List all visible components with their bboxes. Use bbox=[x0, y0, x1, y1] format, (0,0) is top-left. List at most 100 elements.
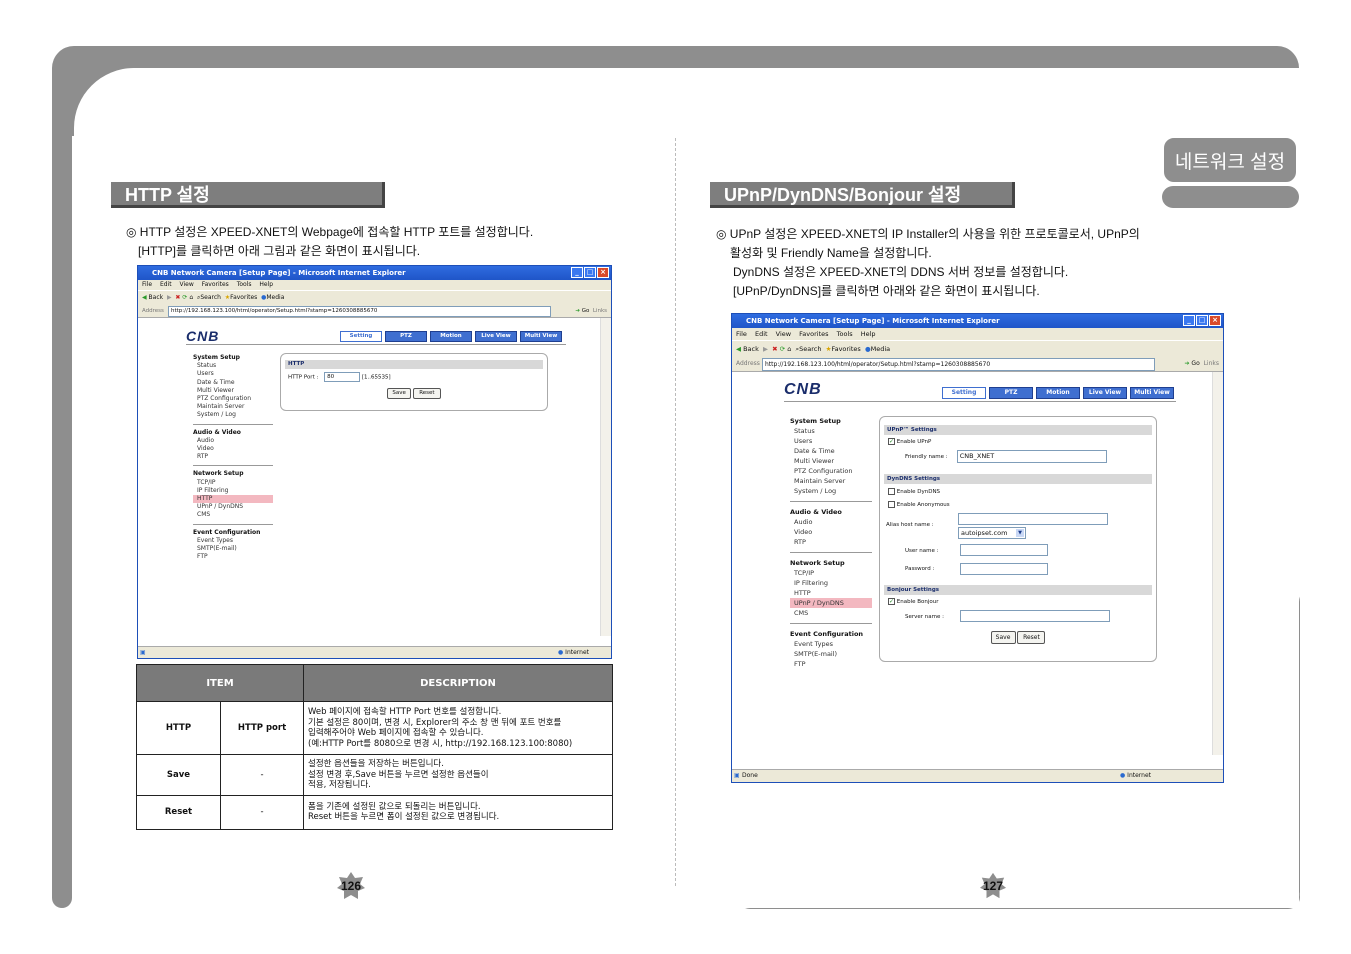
sidebar-item-http[interactable]: HTTP bbox=[193, 495, 273, 504]
go-button[interactable]: ➔ Go Links bbox=[1184, 357, 1219, 371]
sidebar-item-tcpip[interactable]: TCP/IP bbox=[790, 568, 872, 578]
menu-edit[interactable]: Edit bbox=[160, 281, 172, 288]
sidebar-item-system-log[interactable]: System / Log bbox=[790, 486, 872, 496]
back-button[interactable]: Back bbox=[149, 294, 164, 301]
close-button[interactable]: × bbox=[1209, 315, 1221, 326]
domain-select[interactable]: autoipset.com ▼ bbox=[958, 527, 1026, 539]
forward-icon[interactable]: ▶ bbox=[167, 294, 172, 301]
sidebar-item-smtp[interactable]: SMTP(E-mail) bbox=[790, 649, 872, 659]
sidebar-item-video[interactable]: Video bbox=[790, 527, 872, 537]
menu-tools[interactable]: Tools bbox=[837, 330, 853, 338]
sidebar-item-http[interactable]: HTTP bbox=[790, 588, 872, 598]
refresh-icon[interactable]: ⟳ bbox=[182, 294, 187, 301]
menu-favorites[interactable]: Favorites bbox=[202, 281, 229, 288]
password-input[interactable] bbox=[959, 562, 1048, 575]
sidebar-item-multi-viewer[interactable]: Multi Viewer bbox=[790, 456, 872, 466]
sidebar-item-ptz-configuration[interactable]: PTZ Configuration bbox=[790, 466, 872, 476]
close-button[interactable]: × bbox=[597, 267, 609, 278]
sidebar-item-maintain-server[interactable]: Maintain Server bbox=[193, 403, 273, 411]
favorites-button[interactable]: Favorites bbox=[831, 345, 860, 353]
sidebar-item-date-time[interactable]: Date & Time bbox=[790, 446, 872, 456]
alias-host-input[interactable] bbox=[958, 513, 1108, 525]
back-button[interactable]: Back bbox=[743, 345, 759, 353]
menu-help[interactable]: Help bbox=[259, 281, 273, 288]
tab-setting[interactable]: Setting bbox=[340, 331, 382, 342]
sidebar-item-video[interactable]: Video bbox=[193, 445, 273, 453]
media-button[interactable]: Media bbox=[871, 345, 891, 353]
go-button[interactable]: ➔ Go Links bbox=[575, 305, 607, 317]
minimize-button[interactable]: _ bbox=[1183, 315, 1195, 326]
menu-file[interactable]: File bbox=[736, 330, 747, 338]
tab-live-view[interactable]: Live View bbox=[1083, 387, 1127, 399]
minimize-button[interactable]: _ bbox=[571, 267, 583, 278]
home-icon[interactable]: ⌂ bbox=[189, 294, 193, 301]
tab-live-view[interactable]: Live View bbox=[475, 331, 517, 342]
tab-motion[interactable]: Motion bbox=[430, 331, 472, 342]
search-button[interactable]: Search bbox=[200, 294, 221, 301]
menu-edit[interactable]: Edit bbox=[755, 330, 768, 338]
sidebar-item-event-types[interactable]: Event Types bbox=[193, 537, 273, 545]
menu-tools[interactable]: Tools bbox=[237, 281, 252, 288]
forward-icon[interactable]: ▶ bbox=[763, 345, 768, 353]
sidebar-item-status[interactable]: Status bbox=[193, 362, 273, 370]
sidebar-item-multi-viewer[interactable]: Multi Viewer bbox=[193, 387, 273, 395]
sidebar-item-upnp-dyndns[interactable]: UPnP / DynDNS bbox=[193, 503, 273, 511]
sidebar-item-system-log[interactable]: System / Log bbox=[193, 411, 273, 419]
links-label[interactable]: Links bbox=[1204, 360, 1219, 367]
sidebar-item-ip-filtering[interactable]: IP Filtering bbox=[790, 578, 872, 588]
tab-ptz[interactable]: PTZ bbox=[385, 331, 427, 342]
reset-button[interactable]: Reset bbox=[1017, 630, 1046, 644]
reset-button[interactable]: Reset bbox=[412, 387, 441, 399]
back-icon[interactable]: ◀ bbox=[142, 294, 147, 301]
sidebar-item-ftp[interactable]: FTP bbox=[790, 659, 872, 669]
enable-anonymous-checkbox[interactable] bbox=[888, 501, 895, 508]
http-port-input[interactable]: 80 bbox=[324, 372, 361, 382]
sidebar-item-users[interactable]: Users bbox=[790, 436, 872, 446]
links-label[interactable]: Links bbox=[593, 308, 607, 314]
sidebar-item-audio[interactable]: Audio bbox=[790, 517, 872, 527]
tab-motion[interactable]: Motion bbox=[1036, 387, 1080, 399]
menu-view[interactable]: View bbox=[180, 281, 194, 288]
sidebar-item-upnp-dyndns[interactable]: UPnP / DynDNS bbox=[790, 598, 872, 608]
server-name-input[interactable] bbox=[959, 610, 1110, 622]
tab-multi-view[interactable]: Multi View bbox=[1130, 387, 1174, 399]
sidebar-item-audio[interactable]: Audio bbox=[193, 437, 273, 445]
sidebar-item-smtp[interactable]: SMTP(E-mail) bbox=[193, 545, 273, 553]
address-input[interactable]: http://192.168.123.100/html/operator/Set… bbox=[762, 358, 1155, 371]
sidebar-item-tcpip[interactable]: TCP/IP bbox=[193, 479, 273, 487]
sidebar-item-users[interactable]: Users bbox=[193, 370, 273, 378]
sidebar-item-date-time[interactable]: Date & Time bbox=[193, 379, 273, 387]
sidebar-item-rtp[interactable]: RTP bbox=[193, 453, 273, 461]
enable-upnp-checkbox[interactable]: ✓ bbox=[888, 438, 895, 445]
menu-favorites[interactable]: Favorites bbox=[799, 330, 828, 338]
sidebar-item-cms[interactable]: CMS bbox=[790, 608, 872, 618]
back-icon[interactable]: ◀ bbox=[736, 345, 741, 353]
save-button[interactable]: Save bbox=[990, 630, 1016, 644]
sidebar-item-status[interactable]: Status bbox=[790, 426, 872, 436]
maximize-button[interactable]: □ bbox=[1196, 315, 1208, 326]
tab-multi-view[interactable]: Multi View bbox=[520, 331, 562, 342]
vertical-scrollbar[interactable] bbox=[1212, 372, 1223, 755]
favorites-button[interactable]: Favorites bbox=[230, 294, 257, 301]
menu-view[interactable]: View bbox=[776, 330, 791, 338]
maximize-button[interactable]: □ bbox=[584, 267, 596, 278]
menu-help[interactable]: Help bbox=[861, 330, 876, 338]
save-button[interactable]: Save bbox=[387, 387, 412, 399]
enable-bonjour-checkbox[interactable]: ✓ bbox=[888, 598, 895, 605]
refresh-icon[interactable]: ⟳ bbox=[780, 345, 785, 353]
sidebar-item-rtp[interactable]: RTP bbox=[790, 537, 872, 547]
sidebar-item-maintain-server[interactable]: Maintain Server bbox=[790, 476, 872, 486]
sidebar-item-ptz-configuration[interactable]: PTZ Configuration bbox=[193, 395, 273, 403]
username-input[interactable] bbox=[959, 544, 1048, 556]
sidebar-item-ftp[interactable]: FTP bbox=[193, 553, 273, 561]
enable-dyndns-checkbox[interactable] bbox=[888, 488, 895, 495]
menu-file[interactable]: File bbox=[142, 281, 152, 288]
friendly-name-input[interactable]: CNB_XNET bbox=[956, 450, 1107, 463]
search-button[interactable]: Search bbox=[799, 345, 821, 353]
sidebar-item-cms[interactable]: CMS bbox=[193, 511, 273, 519]
media-button[interactable]: Media bbox=[266, 294, 284, 301]
stop-icon[interactable]: ✖ bbox=[772, 345, 777, 353]
vertical-scrollbar[interactable] bbox=[600, 318, 611, 636]
sidebar-item-ip-filtering[interactable]: IP Filtering bbox=[193, 487, 273, 495]
stop-icon[interactable]: ✖ bbox=[175, 294, 180, 301]
